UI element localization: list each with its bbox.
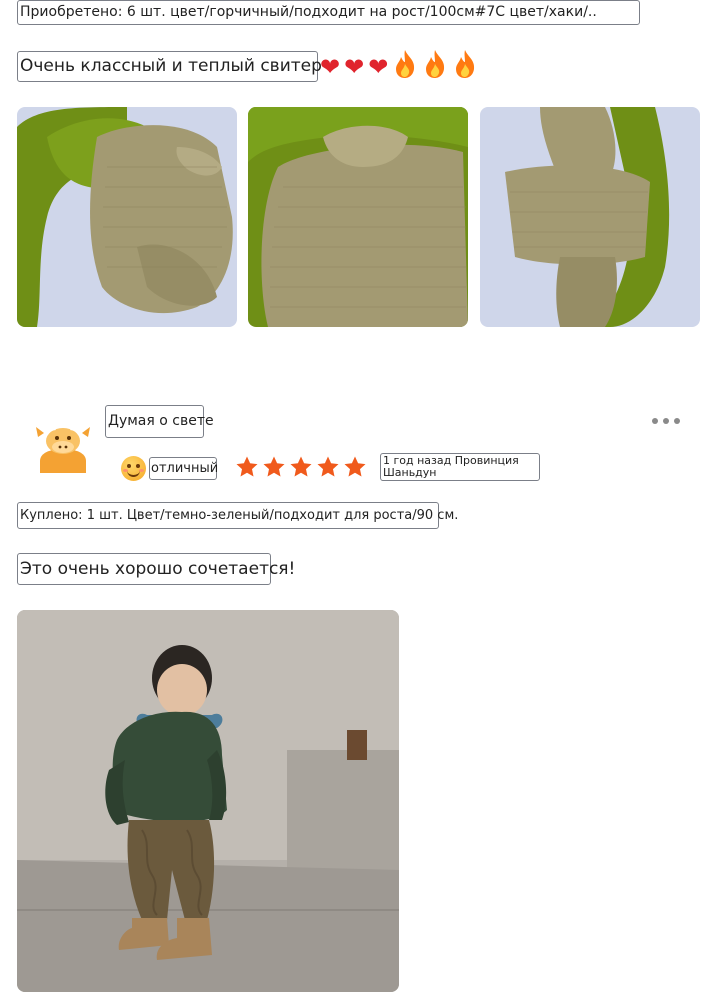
star-rating — [235, 455, 367, 479]
review-photo-1[interactable] — [17, 107, 237, 327]
star-icon — [290, 456, 312, 477]
review-photo-4[interactable] — [17, 610, 399, 992]
fire-icon — [452, 49, 478, 86]
purchase-info-text: Приобретено: 6 шт. цвет/горчичный/подход… — [17, 0, 640, 25]
heart-icon: ❤ — [368, 53, 389, 81]
smile-emoji-icon — [121, 456, 146, 481]
review-photo-3[interactable] — [480, 107, 700, 327]
heart-icon: ❤ — [320, 53, 341, 81]
reviewer-name[interactable]: Думая о свете — [105, 405, 214, 438]
star-icon — [236, 456, 258, 477]
more-options-icon[interactable] — [652, 414, 692, 428]
rating-label: отличный — [149, 457, 218, 480]
review-photo-2[interactable] — [248, 107, 468, 327]
star-icon — [263, 456, 285, 477]
heart-icon: ❤ — [344, 53, 365, 81]
reviewer-avatar[interactable] — [30, 413, 96, 479]
review-emoji-row: ❤ ❤ ❤ — [320, 49, 478, 86]
review-text: Это очень хорошо сочетается! — [17, 553, 295, 585]
review-meta: 1 год назад Провинция Шаньдун — [380, 453, 540, 481]
fire-icon — [422, 49, 448, 86]
fire-icon — [392, 49, 418, 86]
purchase-info-text: Куплено: 1 шт. Цвет/темно-зеленый/подход… — [17, 502, 458, 529]
star-icon — [344, 456, 366, 477]
review-text: Очень классный и теплый свитер — [17, 51, 322, 82]
star-icon — [317, 456, 339, 477]
cow-avatar-icon — [36, 425, 90, 473]
